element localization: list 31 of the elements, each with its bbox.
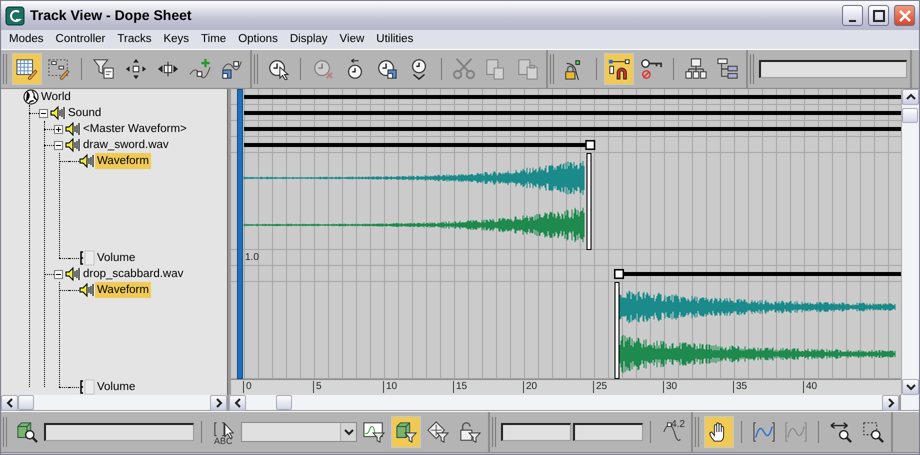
ruler-label: 5: [313, 381, 322, 393]
ruler-label: 20: [523, 381, 538, 393]
ruler-label: 15: [453, 381, 468, 393]
menu-item[interactable]: Utilities: [370, 30, 420, 48]
tree-item[interactable]: Sound: [66, 105, 104, 121]
tree-item[interactable]: <Master Waveform>: [81, 121, 189, 137]
menu-item[interactable]: Display: [284, 30, 334, 48]
tree-item[interactable]: World: [39, 89, 73, 105]
ruler-label: 10: [383, 381, 398, 393]
tree-item[interactable]: Waveform: [95, 153, 151, 169]
tree-item[interactable]: Volume: [95, 250, 138, 266]
menu-item[interactable]: Time: [195, 30, 232, 48]
rename-button[interactable]: ABC: [209, 416, 239, 448]
menu-item[interactable]: Controller: [50, 30, 112, 48]
tree-item[interactable]: Waveform: [95, 282, 151, 298]
window-title: Track View - Dope Sheet: [30, 6, 192, 25]
tree-item[interactable]: Volume: [95, 379, 138, 395]
menu-item[interactable]: Tracks: [111, 30, 158, 48]
ruler-label: 40: [803, 381, 818, 393]
menu-item[interactable]: Modes: [3, 30, 50, 48]
menu-item[interactable]: Options: [232, 30, 284, 48]
ruler-label: 25: [593, 381, 608, 393]
ruler-label: 35: [733, 381, 748, 393]
tree-item[interactable]: draw_sword.wav: [81, 137, 171, 153]
track-value: 1.0: [245, 251, 259, 265]
ruler-label: 30: [663, 381, 678, 393]
menu-item[interactable]: View: [334, 30, 370, 48]
menu-item[interactable]: Keys: [157, 30, 196, 48]
show-keys-button[interactable]: 4.2: [658, 416, 688, 448]
ruler-label: 0: [243, 381, 252, 393]
tree-item[interactable]: drop_scabbard.wav: [81, 266, 186, 282]
